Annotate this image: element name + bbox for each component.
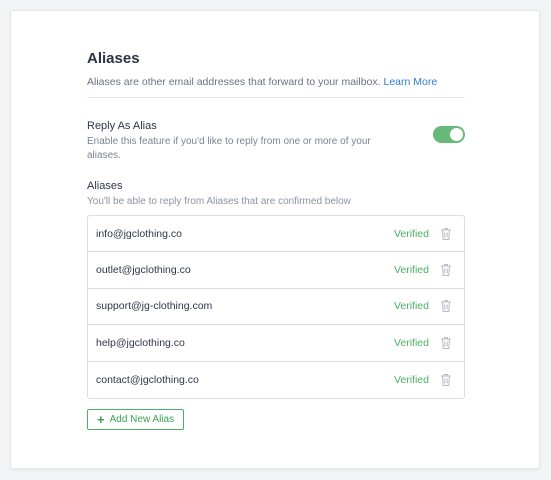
section-description-text: Aliases are other email addresses that f… (87, 76, 381, 88)
trash-icon[interactable] (440, 227, 452, 241)
list-item: contact@jgclothing.co Verified (88, 362, 464, 398)
section-title: Aliases (87, 50, 140, 67)
trash-icon[interactable] (440, 263, 452, 277)
reply-as-alias-title: Reply As Alias (87, 120, 157, 132)
add-new-alias-label: Add New Alias (109, 413, 175, 425)
alias-email: outlet@jgclothing.co (96, 264, 191, 277)
trash-icon[interactable] (440, 336, 452, 350)
section-description: Aliases are other email addresses that f… (87, 75, 465, 89)
alias-list: info@jgclothing.co Verified outlet@jgclo… (87, 215, 465, 399)
trash-icon[interactable] (440, 299, 452, 313)
trash-icon[interactable] (440, 373, 452, 387)
status-badge: Verified (393, 300, 429, 313)
alias-email: contact@jgclothing.co (96, 373, 199, 386)
status-badge: Verified (393, 264, 429, 277)
status-badge: Verified (393, 336, 429, 349)
toggle-knob (450, 128, 463, 141)
alias-email: info@jgclothing.co (96, 227, 182, 240)
reply-as-alias-toggle[interactable] (433, 126, 465, 143)
status-badge: Verified (393, 227, 429, 240)
divider (87, 97, 465, 98)
alias-email: support@jg-clothing.com (96, 300, 213, 313)
learn-more-link[interactable]: Learn More (383, 76, 437, 88)
list-item: support@jg-clothing.com Verified (88, 289, 464, 326)
list-item: info@jgclothing.co Verified (88, 216, 464, 253)
settings-card: Aliases Aliases are other email addresse… (10, 10, 540, 469)
list-item: help@jgclothing.co Verified (88, 325, 464, 362)
status-badge: Verified (393, 373, 429, 386)
add-new-alias-button[interactable]: + Add New Alias (87, 408, 185, 430)
plus-icon: + (97, 411, 105, 427)
aliases-settings: Aliases Aliases are other email addresse… (87, 49, 465, 430)
reply-as-alias-description: Enable this feature if you'd like to rep… (87, 136, 371, 161)
alias-email: help@jgclothing.co (96, 336, 185, 349)
aliases-list-title: Aliases (87, 180, 123, 192)
list-item: outlet@jgclothing.co Verified (88, 252, 464, 289)
aliases-list-description: You'll be able to reply from Aliases tha… (87, 196, 351, 207)
reply-as-alias-setting: Reply As Alias Enable this feature if yo… (87, 119, 465, 163)
